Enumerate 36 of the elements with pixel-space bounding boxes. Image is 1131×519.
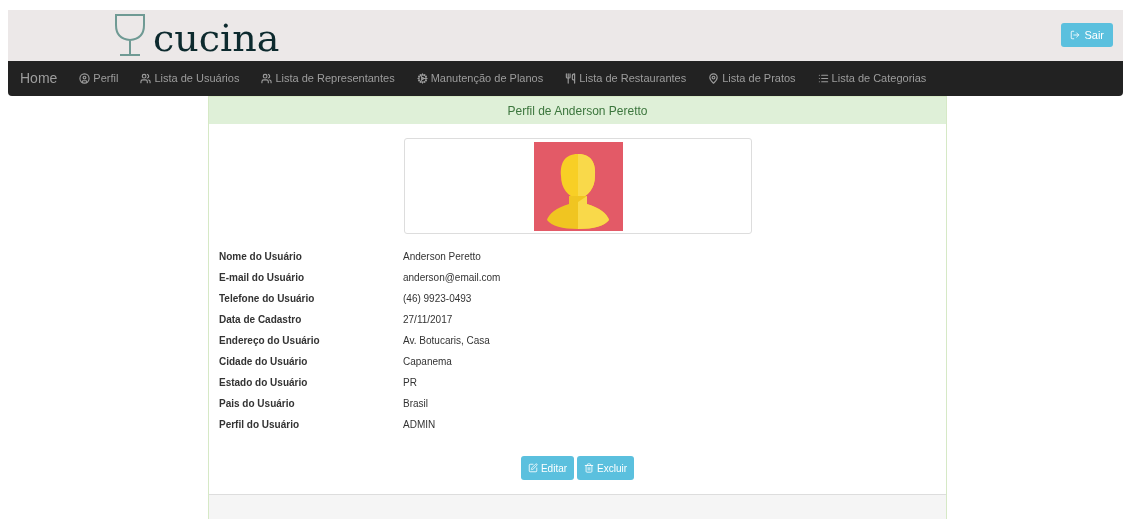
users-icon — [140, 72, 152, 84]
field-label: Data de Cadastro — [219, 314, 303, 325]
field-label: Endereço do Usuário — [219, 335, 321, 346]
pin-icon — [708, 72, 720, 84]
field-value: PR — [403, 377, 418, 388]
panel-title: Perfil de Anderson Peretto — [209, 97, 946, 124]
trash-icon — [584, 463, 595, 473]
list-icon — [817, 72, 829, 84]
field-label: Telefone do Usuário — [219, 293, 316, 304]
field-value: Brasil — [403, 398, 429, 409]
field-value: Av. Botucaris, Casa — [403, 335, 491, 346]
users-icon — [261, 72, 273, 84]
user-circle-icon — [79, 72, 91, 84]
nav-link[interactable]: Lista de Pratos — [708, 72, 796, 85]
field-label: Perfil do Usuário — [219, 419, 300, 430]
wine-glass-icon — [113, 13, 147, 58]
field-value: 27/11/2017 — [403, 314, 454, 325]
logout-icon — [1070, 30, 1081, 41]
field-value: (46) 9923-0493 — [403, 293, 473, 304]
nav-link-label: Perfil — [93, 72, 119, 85]
gear-icon — [416, 72, 428, 84]
field-label: Pais do Usuário — [219, 398, 296, 409]
utensils-icon — [565, 72, 577, 84]
field-label: E-mail do Usuário — [219, 272, 305, 283]
nav-link-label: Lista de Pratos — [722, 72, 796, 85]
nav-link[interactable]: Perfil — [79, 72, 119, 85]
field-value: ADMIN — [403, 419, 437, 430]
field-value: anderson@email.com — [403, 272, 502, 283]
field-value: Capanema — [403, 356, 453, 367]
edit-icon — [527, 463, 538, 473]
logo-text: cucina — [153, 19, 280, 58]
field-label: Cidade do Usuário — [219, 356, 309, 367]
field-label: Nome do Usuário — [219, 251, 303, 262]
field-value: Anderson Peretto — [403, 251, 482, 262]
home-link[interactable]: Home — [20, 70, 58, 87]
field-label: Estado do Usuário — [219, 377, 309, 388]
